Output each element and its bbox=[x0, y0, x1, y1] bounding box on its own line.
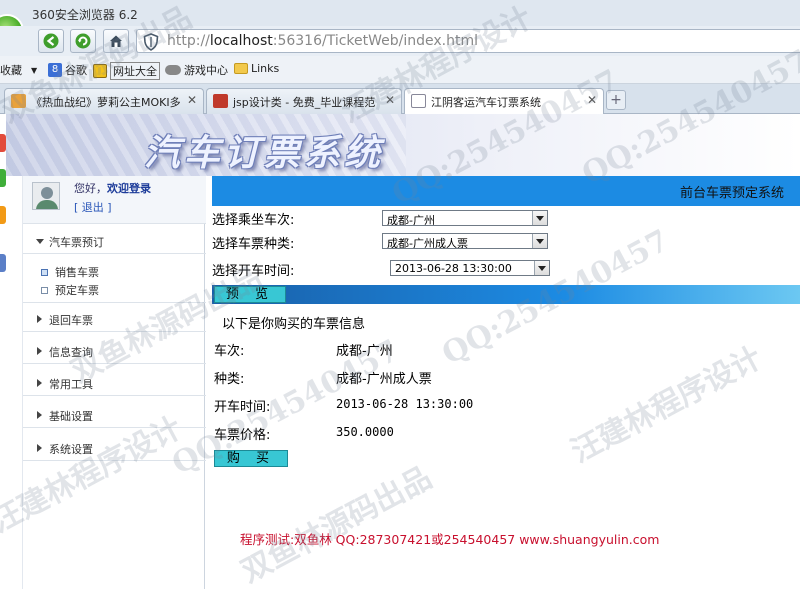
ticket-type-select[interactable]: 成都-广州成人票 bbox=[382, 233, 548, 249]
refresh-button[interactable] bbox=[70, 29, 96, 53]
tab-jsp[interactable]: jsp设计类 - 免费_毕业课程范 ✕ bbox=[206, 88, 402, 114]
left-sidebar: 您好，欢迎登录 [ 退出 ] 汽车票预订 销售车票 预定车票 退回车票 信息查询… bbox=[22, 176, 206, 589]
info-price-label: 车票价格: bbox=[214, 428, 271, 443]
user-box: 您好，欢迎登录 [ 退出 ] bbox=[23, 176, 206, 224]
chevron-down-icon bbox=[532, 211, 547, 225]
chevron-down-icon bbox=[534, 261, 549, 275]
shield-icon bbox=[143, 33, 159, 51]
info-price-value: 350.0000 bbox=[336, 425, 394, 439]
system-title: 汽车订票系统 bbox=[144, 132, 385, 174]
tab-strip: 《热血战纪》萝莉公主MOKI多 ✕ jsp设计类 - 免费_毕业课程范 ✕ 江阴客运… bbox=[0, 84, 800, 115]
main-header: 前台车票预定系统 bbox=[212, 176, 800, 206]
menu-group-tools[interactable]: 常用工具 bbox=[23, 370, 206, 396]
address-url: http://localhost:56316/TicketWeb/index.h… bbox=[167, 33, 479, 49]
side-tool-icon[interactable] bbox=[0, 206, 6, 224]
info-time-value: 2013-06-28 13:30:00 bbox=[336, 397, 474, 411]
game-tab-icon bbox=[11, 94, 26, 108]
menu-group-refund[interactable]: 退回车票 bbox=[23, 306, 206, 332]
chevron-right-icon bbox=[37, 411, 42, 419]
menu-group-query[interactable]: 信息查询 bbox=[23, 338, 206, 364]
menu-item-sell-ticket[interactable]: 销售车票 bbox=[41, 264, 99, 280]
departure-time-label: 选择开车时间: bbox=[212, 264, 295, 279]
browser-navbar: http://localhost:56316/TicketWeb/index.h… bbox=[0, 26, 800, 56]
tab-ticket-system[interactable]: 江阴客运汽车订票系统 ✕ bbox=[404, 88, 604, 115]
info-time-label: 开车时间: bbox=[214, 400, 271, 415]
chevron-right-icon bbox=[37, 315, 42, 323]
folder-icon bbox=[234, 63, 248, 74]
tab-game[interactable]: 《热血战纪》萝莉公主MOKI多 ✕ bbox=[4, 88, 204, 114]
google-icon: 8 bbox=[48, 63, 62, 77]
system-banner: 汽车订票系统 bbox=[6, 114, 800, 176]
home-icon bbox=[110, 35, 122, 47]
fav-item-portal[interactable]: 网址大全 bbox=[93, 62, 160, 80]
info-route-value: 成都-广州 bbox=[336, 344, 393, 359]
chevron-right-icon bbox=[37, 379, 42, 387]
back-button[interactable] bbox=[38, 29, 64, 53]
close-icon[interactable]: ✕ bbox=[187, 93, 197, 107]
info-type-label: 种类: bbox=[214, 372, 245, 387]
footer-credit: 程序测试:双鱼林 QQ:287307421或254540457 www.shua… bbox=[240, 532, 660, 547]
avatar bbox=[32, 182, 60, 210]
logout-link[interactable]: [ 退出 ] bbox=[74, 199, 112, 215]
chevron-right-icon bbox=[37, 347, 42, 355]
browser-title: 360安全浏览器 6.2 bbox=[32, 8, 138, 22]
portal-icon bbox=[93, 64, 107, 78]
info-route-label: 车次: bbox=[214, 344, 245, 359]
address-bar[interactable]: http://localhost:56316/TicketWeb/index.h… bbox=[136, 29, 800, 53]
main-panel: 前台车票预定系统 选择乘坐车次: 成都-广州 选择车票种类: 成都-广州成人票 … bbox=[212, 176, 800, 589]
preview-bar bbox=[212, 285, 800, 304]
chevron-down-icon bbox=[532, 234, 547, 248]
departure-time-select[interactable]: 2013-06-28 13:30:00 bbox=[390, 260, 550, 276]
fav-item-games[interactable]: 游戏中心 bbox=[165, 62, 228, 78]
preview-button[interactable]: 预 览 bbox=[214, 286, 286, 303]
favorites-bar: 收藏 ▼ 8 谷歌 网址大全 游戏中心 Links bbox=[0, 56, 800, 84]
info-type-value: 成都-广州成人票 bbox=[336, 372, 432, 387]
home-button[interactable] bbox=[103, 29, 129, 53]
close-icon[interactable]: ✕ bbox=[385, 93, 395, 107]
fav-item-links[interactable]: Links bbox=[234, 62, 279, 75]
ticket-type-label: 选择车票种类: bbox=[212, 237, 295, 252]
route-select[interactable]: 成都-广州 bbox=[382, 210, 548, 226]
favorites-menu[interactable]: 收藏 ▼ bbox=[0, 62, 37, 78]
main-header-title: 前台车票预定系统 bbox=[679, 186, 784, 201]
ticket-info-title: 以下是你购买的车票信息 bbox=[222, 317, 366, 332]
login-link[interactable]: 欢迎登录 bbox=[107, 182, 151, 195]
side-tool-icon[interactable] bbox=[0, 254, 6, 272]
gamepad-icon bbox=[165, 65, 181, 75]
browser-titlebar: 360安全浏览器 6.2 bbox=[0, 0, 800, 26]
menu-square-icon bbox=[41, 269, 48, 276]
chevron-right-icon bbox=[37, 444, 42, 452]
buy-button[interactable]: 购 买 bbox=[214, 450, 288, 467]
user-greeting: 您好，欢迎登录 bbox=[74, 182, 151, 195]
close-icon[interactable]: ✕ bbox=[587, 93, 597, 107]
back-arrow-icon bbox=[43, 33, 59, 49]
chevron-down-icon bbox=[36, 239, 44, 244]
menu-group-ticket-booking[interactable]: 汽车票预订 bbox=[23, 228, 206, 254]
route-label: 选择乘坐车次: bbox=[212, 213, 295, 228]
fav-item-google[interactable]: 8 谷歌 bbox=[48, 62, 87, 78]
page-tab-icon bbox=[411, 94, 426, 108]
refresh-icon bbox=[75, 33, 91, 49]
menu-group-base-settings[interactable]: 基础设置 bbox=[23, 402, 206, 428]
site-tab-icon bbox=[213, 94, 228, 108]
menu-square-icon bbox=[41, 287, 48, 294]
new-tab-button[interactable]: + bbox=[606, 90, 626, 110]
menu-item-reserve-ticket[interactable]: 预定车票 bbox=[41, 282, 99, 298]
menu-group-system-settings[interactable]: 系统设置 bbox=[23, 435, 206, 461]
